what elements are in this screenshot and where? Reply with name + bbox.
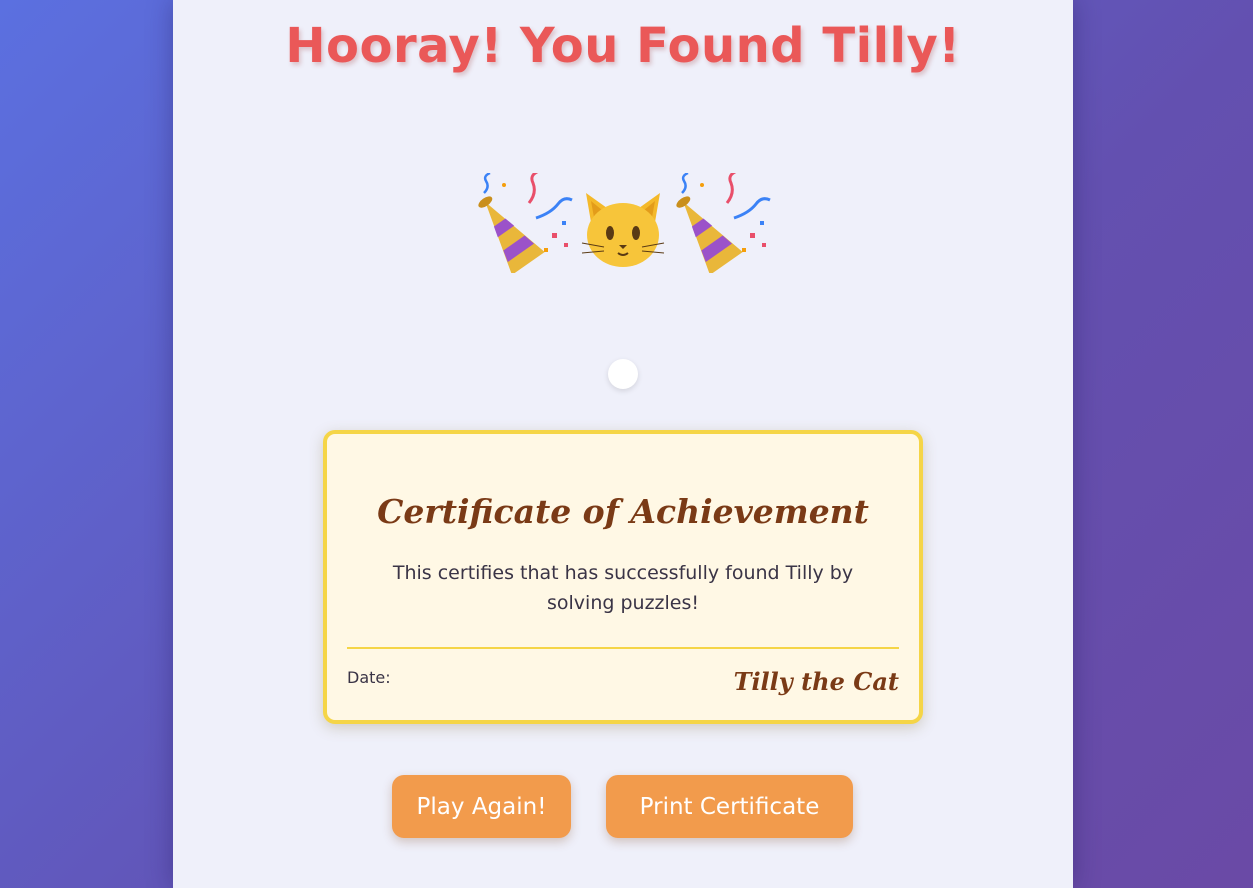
cat-face-icon <box>578 173 668 273</box>
play-again-button[interactable]: Play Again! <box>392 775 571 838</box>
page-title: Hooray! You Found Tilly! <box>285 18 961 74</box>
certificate-divider <box>347 647 899 649</box>
party-popper-icon <box>474 173 574 273</box>
certificate-card: Certificate of Achievement This certifie… <box>323 430 923 724</box>
certificate-signature: Tilly the Cat <box>733 667 899 696</box>
party-popper-icon <box>672 173 772 273</box>
print-certificate-button[interactable]: Print Certificate <box>606 775 853 838</box>
celebration-emoji-row <box>173 168 1073 278</box>
certificate-body: This certifies that has successfully fou… <box>392 562 854 614</box>
celebration-panel: Hooray! You Found Tilly! Certificate of … <box>173 0 1073 888</box>
certificate-date-label: Date: <box>347 668 391 687</box>
certificate-title: Certificate of Achievement <box>377 492 869 531</box>
decorative-dot <box>608 359 638 389</box>
